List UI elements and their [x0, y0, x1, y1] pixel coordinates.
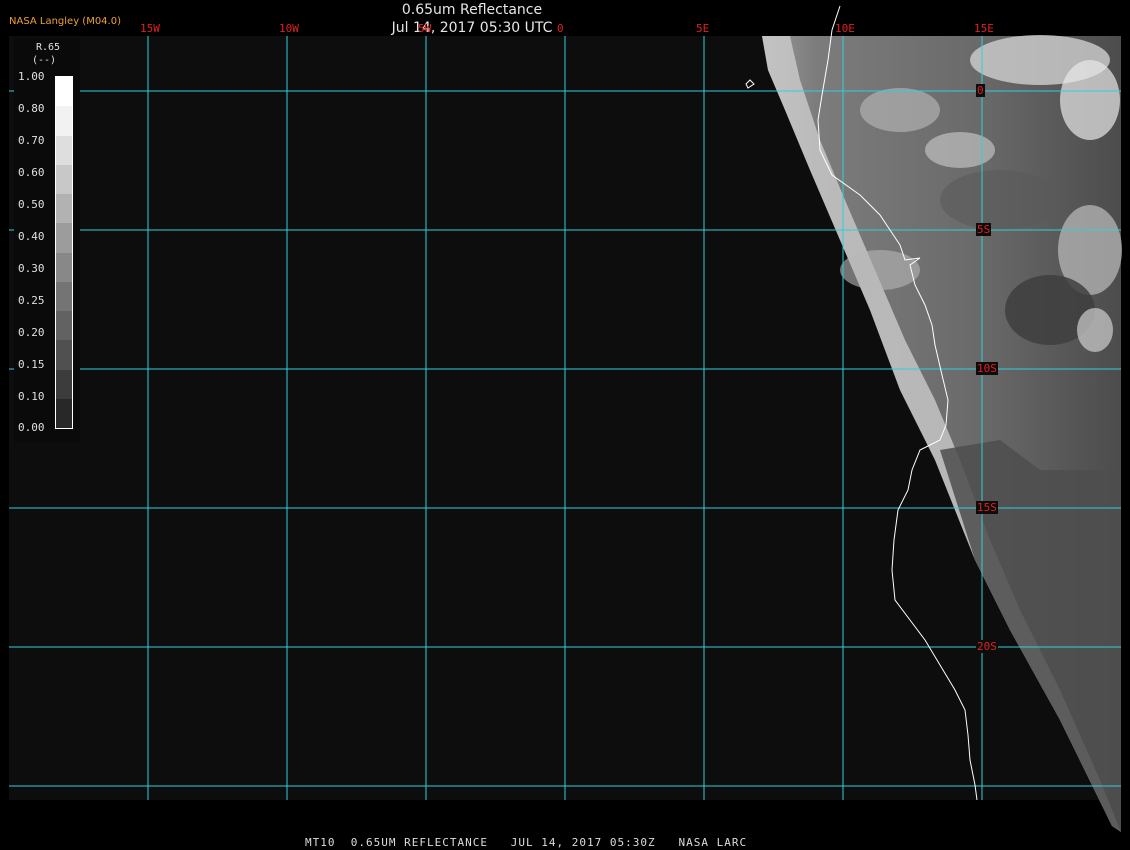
legend-swatch [56, 135, 72, 165]
legend-tick-label: 0.70 [18, 134, 45, 147]
map-title: 0.65um Reflectance [401, 2, 543, 18]
map-timestamp: Jul 14, 2017 05:30 UTC [391, 20, 553, 36]
longitude-label: 15W [140, 22, 160, 35]
longitude-label: 10E [835, 22, 855, 35]
legend-tick-label: 0.00 [18, 421, 45, 434]
legend-swatch [56, 252, 72, 282]
credit-label: NASA Langley (M04.0) [9, 16, 121, 27]
legend-swatch [56, 398, 72, 428]
legend-tick-label: 0.50 [18, 198, 45, 211]
latitude-label: 20S [976, 640, 998, 653]
longitude-label: 5E [696, 22, 710, 35]
legend-swatch [56, 164, 72, 194]
legend-tick-label: 0.40 [18, 230, 45, 243]
satellite-map [0, 0, 1130, 850]
longitude-label: 15E [974, 22, 994, 35]
latitude-label: 5S [976, 223, 992, 236]
legend-swatch [56, 340, 72, 370]
legend-swatch [56, 106, 72, 136]
legend-swatch [56, 77, 72, 107]
legend-tick-label: 0.20 [18, 326, 45, 339]
latitude-label: 0 [976, 84, 985, 97]
legend-title: R.65 [36, 42, 61, 53]
legend-tick-label: 1.00 [18, 70, 45, 83]
latitude-label: 10S [976, 362, 998, 375]
legend-swatch [56, 311, 72, 341]
legend-unit: (--) [32, 55, 57, 66]
legend-tick-label: 0.30 [18, 262, 45, 275]
legend-swatch [56, 369, 72, 399]
legend-tick-label: 0.25 [18, 294, 45, 307]
color-scale-legend: R.65 (--) 1.00 0.80 0.70 0.60 0.50 0.40 0.30 0.… [14, 38, 80, 442]
legend-swatch [56, 194, 72, 224]
legend-tick-label: 0.15 [18, 358, 45, 371]
legend-tick-label: 0.80 [18, 102, 45, 115]
longitude-label: 5W [418, 22, 432, 35]
legend-swatches [55, 76, 73, 429]
legend-swatch [56, 223, 72, 253]
footer-caption: MT10 0.65UM REFLECTANCE JUL 14, 2017 05:… [305, 836, 748, 849]
longitude-label: 10W [279, 22, 299, 35]
longitude-label: 0 [557, 22, 564, 35]
legend-tick-label: 0.10 [18, 390, 45, 403]
latitude-label: 15S [976, 501, 998, 514]
legend-swatch [56, 281, 72, 311]
legend-tick-label: 0.60 [18, 166, 45, 179]
